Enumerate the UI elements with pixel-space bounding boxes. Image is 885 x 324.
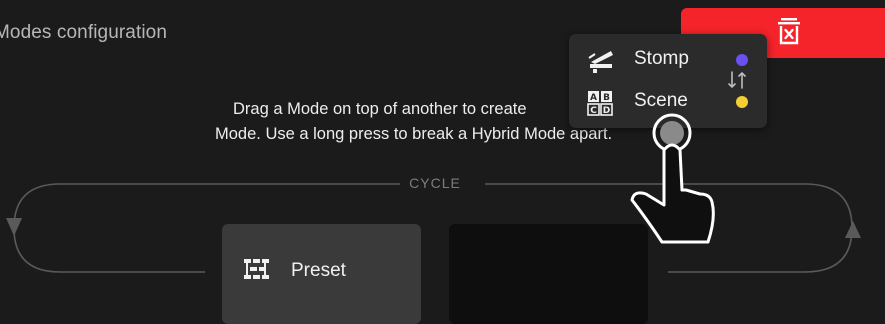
swap-arrows-icon [728, 71, 746, 89]
mode-card-label: Preset [291, 260, 346, 281]
preset-grid-icon [244, 259, 269, 279]
pointing-hand-icon [630, 113, 715, 244]
scene-abcd-icon: A B C D [587, 91, 613, 116]
mode-card-preset[interactable]: Preset [222, 224, 421, 324]
svg-text:C: C [590, 106, 597, 116]
scene-color-dot [736, 96, 748, 108]
cycle-arrow-up-icon [845, 221, 861, 238]
cycle-arrow-down-icon [6, 218, 22, 236]
svg-text:A: A [590, 93, 597, 103]
hybrid-item-stomp: Stomp [569, 46, 709, 76]
hybrid-item-label: Scene [634, 90, 688, 111]
hybrid-item-label: Stomp [634, 48, 689, 69]
cycle-label: CYCLE [400, 175, 470, 191]
svg-text:B: B [603, 93, 610, 103]
stomp-color-dot [736, 54, 748, 66]
stomp-pedal-icon [588, 51, 613, 73]
svg-text:D: D [603, 106, 610, 116]
